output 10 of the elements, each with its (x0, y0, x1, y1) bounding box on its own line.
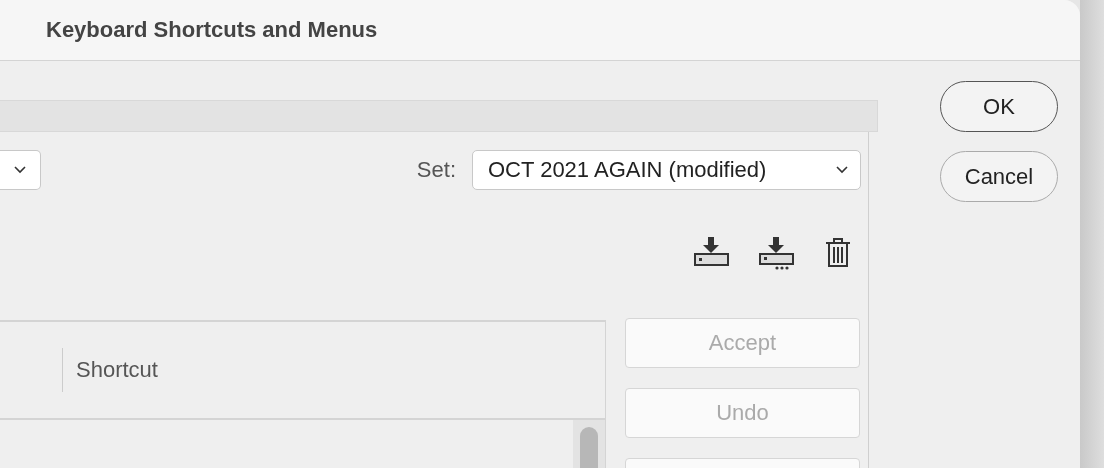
save-as-icon[interactable] (759, 236, 794, 270)
dialog-button[interactable]: Cancel (940, 151, 1058, 202)
set-dropdown[interactable]: OCT 2021 AGAIN (modified) (472, 150, 861, 190)
window-title: Keyboard Shortcuts and Menus (46, 17, 378, 43)
column-header[interactable]: Shortcut (76, 357, 158, 383)
trash-icon[interactable] (824, 238, 852, 268)
dialog-button[interactable]: OK (940, 81, 1058, 132)
chevron-icon (836, 166, 848, 174)
chevron-icon (14, 166, 26, 174)
set-label: Set: (416, 157, 456, 183)
